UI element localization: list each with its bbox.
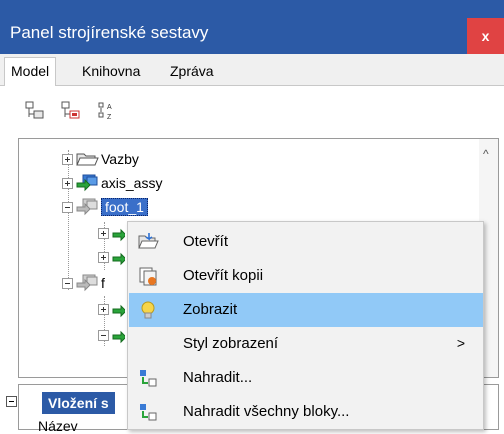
context-menu: Otevřít Otevřít kopii Zobrazit Styl zobr… xyxy=(127,221,484,430)
property-name-label: Název xyxy=(38,418,78,434)
assembly-icon xyxy=(75,173,99,193)
open-copy-icon xyxy=(137,265,159,287)
expand-icon[interactable] xyxy=(98,227,109,239)
menu-item-label: Nahradit všechny bloky... xyxy=(183,403,350,420)
tree-item-label: f xyxy=(101,275,105,291)
tree-item-axis-assy[interactable]: axis_assy xyxy=(62,172,162,194)
svg-text:A: A xyxy=(107,104,112,111)
menu-item-open[interactable]: Otevřít xyxy=(129,225,483,259)
close-button[interactable]: x xyxy=(467,18,504,54)
tree-child-row[interactable] xyxy=(98,298,125,320)
tree-item-label: Vazby xyxy=(101,151,139,167)
expand-icon[interactable] xyxy=(62,153,73,165)
collapse-icon[interactable] xyxy=(62,277,73,289)
menu-item-open-copy[interactable]: Otevřít kopii xyxy=(129,259,483,293)
menu-item-label: Zobrazit xyxy=(183,301,238,318)
title-bar: Panel strojírenské sestavy x xyxy=(0,0,504,54)
menu-item-replace[interactable]: Nahradit... xyxy=(129,361,483,395)
collapse-icon[interactable] xyxy=(62,201,73,213)
tree-item-label: axis_assy xyxy=(101,175,163,191)
assembly-icon xyxy=(111,325,125,345)
tab-model[interactable]: Model xyxy=(4,57,57,87)
toolbar: A Z xyxy=(0,86,504,138)
tree-view-icon[interactable] xyxy=(24,100,46,122)
assembly-icon xyxy=(111,299,125,319)
tree-guide xyxy=(68,150,69,290)
menu-item-label: Otevřít kopii xyxy=(183,267,264,284)
folder-icon xyxy=(75,150,99,168)
tree-item-label: foot_1 xyxy=(101,198,148,216)
replace-icon xyxy=(137,367,159,389)
menu-item-label: Otevřít xyxy=(183,233,229,250)
assembly-icon xyxy=(111,223,125,243)
assembly-icon xyxy=(111,247,125,267)
submenu-arrow-icon: > xyxy=(456,335,465,351)
tree-child-row[interactable] xyxy=(98,222,125,244)
tab-bar: Model Knihovna Zpráva xyxy=(0,54,504,87)
expand-icon[interactable] xyxy=(98,251,109,263)
assembly-icon xyxy=(75,197,99,217)
menu-item-label: Styl zobrazení xyxy=(183,335,279,352)
svg-text:Z: Z xyxy=(107,114,112,121)
tree-view-red-icon[interactable] xyxy=(60,100,82,122)
expand-icon[interactable] xyxy=(62,177,73,189)
tree-item-f[interactable]: f xyxy=(62,272,105,294)
properties-section-title[interactable]: Vložení s xyxy=(42,392,115,414)
sort-az-icon[interactable]: A Z xyxy=(96,100,118,122)
tree-item-vazby[interactable]: Vazby xyxy=(62,148,139,170)
tree-child-row[interactable] xyxy=(98,246,125,268)
collapse-icon[interactable] xyxy=(6,396,17,407)
assembly-icon xyxy=(75,273,99,293)
menu-item-show[interactable]: Zobrazit xyxy=(129,293,483,327)
menu-item-replace-all[interactable]: Nahradit všechny bloky... xyxy=(129,395,483,429)
tab-knihovna[interactable]: Knihovna xyxy=(76,58,146,86)
scroll-up-icon[interactable]: ^ xyxy=(483,147,489,161)
menu-item-label: Nahradit... xyxy=(183,369,253,386)
replace-all-icon xyxy=(137,401,159,423)
lightbulb-icon xyxy=(137,299,159,321)
tree-child-row[interactable] xyxy=(98,324,125,346)
collapse-icon[interactable] xyxy=(98,329,109,341)
menu-item-display-style[interactable]: Styl zobrazení > xyxy=(129,327,483,361)
open-icon xyxy=(137,231,159,253)
tab-zprava[interactable]: Zpráva xyxy=(164,58,220,86)
expand-icon[interactable] xyxy=(98,303,109,315)
window-title: Panel strojírenské sestavy xyxy=(10,23,209,42)
tree-item-foot-1[interactable]: foot_1 xyxy=(62,196,148,218)
